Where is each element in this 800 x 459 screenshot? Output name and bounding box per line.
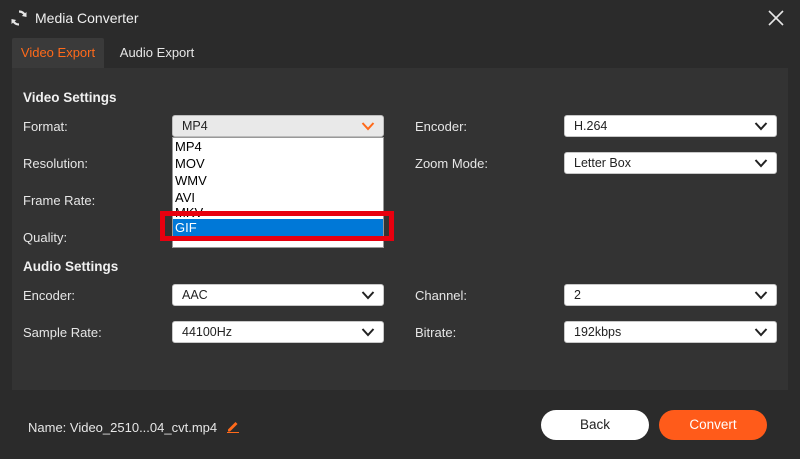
format-value: MP4 [182, 119, 208, 133]
sample-rate-value: 44100Hz [182, 325, 233, 339]
format-select[interactable]: MP4 [172, 115, 384, 137]
tab-video-export[interactable]: Video Export [12, 38, 104, 68]
tab-audio-export[interactable]: Audio Export [108, 38, 206, 68]
video-encoder-label: Encoder: [415, 119, 468, 134]
chevron-down-icon [361, 291, 375, 300]
audio-encoder-value: AAC [182, 288, 208, 302]
resolution-label: Resolution: [23, 156, 89, 171]
format-option-mov[interactable]: MOV [173, 155, 383, 172]
audio-settings-title: Audio Settings [23, 259, 119, 274]
format-label: Format: [23, 119, 68, 134]
zoom-mode-label: Zoom Mode: [415, 156, 488, 171]
chevron-down-icon [754, 122, 768, 131]
title-bar: Media Converter [0, 0, 800, 36]
gif-highlight-box [160, 211, 394, 241]
close-icon[interactable] [766, 8, 786, 28]
frame-rate-label: Frame Rate: [23, 193, 96, 208]
video-encoder-value: H.264 [574, 119, 608, 133]
bitrate-label: Bitrate: [415, 325, 457, 340]
bitrate-select[interactable]: 192kbps [564, 321, 777, 343]
app-title: Media Converter [35, 10, 139, 26]
video-encoder-select[interactable]: H.264 [564, 115, 777, 137]
output-file-name: Name: Video_2510...04_cvt.mp4 [28, 420, 218, 435]
channel-label: Channel: [415, 288, 468, 303]
video-settings-title: Video Settings [23, 90, 117, 105]
channel-value: 2 [574, 288, 581, 302]
chevron-down-icon [754, 291, 768, 300]
zoom-mode-value: Letter Box [574, 156, 631, 170]
audio-encoder-label: Encoder: [23, 288, 76, 303]
bitrate-value: 192kbps [574, 325, 622, 339]
format-option-mp4[interactable]: MP4 [173, 138, 383, 155]
channel-select[interactable]: 2 [564, 284, 777, 306]
chevron-down-icon [754, 328, 768, 337]
sample-rate-select[interactable]: 44100Hz [172, 321, 384, 343]
chevron-down-icon [754, 159, 768, 168]
chevron-down-icon [361, 122, 375, 131]
convert-button[interactable]: Convert [659, 410, 767, 440]
chevron-down-icon [361, 328, 375, 337]
back-button[interactable]: Back [541, 410, 649, 440]
pencil-edit-icon[interactable] [226, 419, 240, 433]
refresh-convert-icon [11, 10, 27, 26]
quality-label: Quality: [23, 230, 68, 245]
format-option-wmv[interactable]: WMV [173, 172, 383, 189]
zoom-mode-select[interactable]: Letter Box [564, 152, 777, 174]
sample-rate-label: Sample Rate: [23, 325, 102, 340]
audio-encoder-select[interactable]: AAC [172, 284, 384, 306]
